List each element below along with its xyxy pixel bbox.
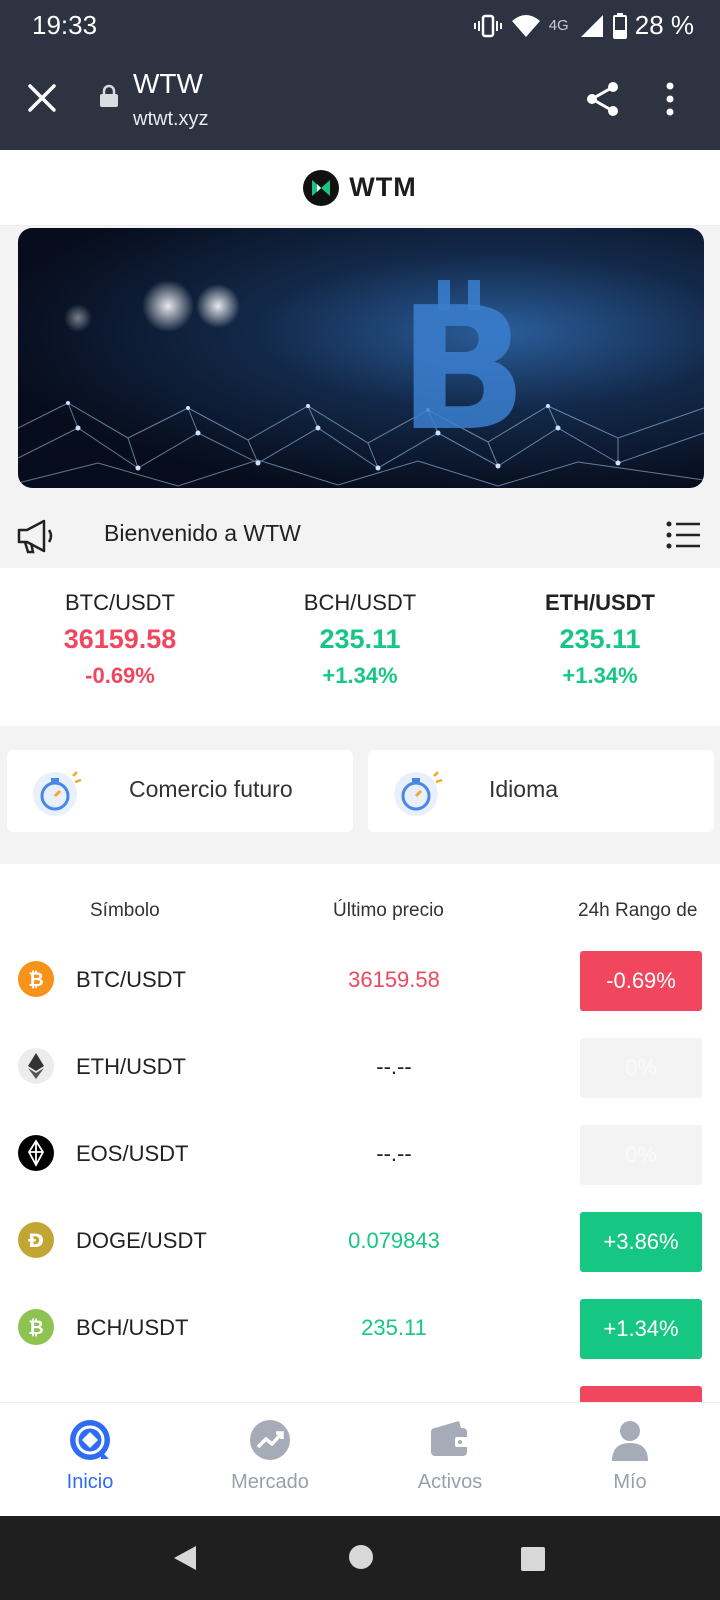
language-button[interactable]: Idioma <box>368 750 714 832</box>
market-row[interactable]: EOS/USDT --.-- 0% <box>0 1110 720 1197</box>
eos-icon <box>18 1135 54 1171</box>
market-row[interactable]: Ð DOGE/USDT 0.079843 +3.86% <box>0 1197 720 1284</box>
price-ticker: BTC/USDT 36159.58 -0.69% BCH/USDT 235.11… <box>0 568 720 726</box>
list-icon[interactable] <box>666 520 702 550</box>
bottom-navigation: Inicio Mercado Activos Mío <box>0 1402 720 1516</box>
svg-text:₿: ₿ <box>28 969 43 991</box>
market-symbol: DOGE/USDT <box>76 1228 207 1253</box>
change-badge <box>580 1386 702 1402</box>
quick-links: Comercio futuro Idioma <box>0 726 720 864</box>
page-title: WTW <box>133 68 203 99</box>
market-row[interactable]: ETH/USDT --.-- 0% <box>0 1023 720 1110</box>
futures-trading-button[interactable]: Comercio futuro <box>7 750 353 832</box>
promo-banner[interactable]: B <box>18 228 704 488</box>
share-icon[interactable] <box>584 80 622 118</box>
stopwatch-icon <box>33 771 82 816</box>
vibrate-icon <box>473 14 502 37</box>
lock-icon <box>100 84 118 107</box>
dogecoin-icon: Ð <box>18 1222 54 1258</box>
ticker-pair: BCH/USDT <box>303 590 417 615</box>
svg-text:₿: ₿ <box>28 1317 43 1339</box>
quick-link-label: Idioma <box>489 776 559 802</box>
market-price: 235.11 <box>361 1315 427 1340</box>
change-badge: -0.69% <box>580 951 702 1011</box>
market-row[interactable]: ₿ BTC/USDT 36159.58 -0.69% <box>0 936 720 1023</box>
bitcoin-icon: ₿ <box>18 961 54 997</box>
brand-logo-icon <box>303 169 340 206</box>
browser-toolbar: WTW wtwt.xyz <box>0 52 720 150</box>
notice-text[interactable]: Bienvenido a WTW <box>104 520 301 547</box>
ticker-item[interactable]: ETH/USDT 235.11 +1.34% <box>480 568 720 726</box>
banner-network-graphic: B <box>18 271 704 487</box>
system-navigation-bar <box>0 1516 720 1600</box>
change-badge: 0% <box>580 1125 702 1185</box>
more-vert-icon[interactable] <box>662 80 678 118</box>
ticker-change: +1.34% <box>322 663 398 688</box>
column-header-price[interactable]: Último precio <box>333 900 444 922</box>
market-symbol: EOS/USDT <box>76 1141 189 1166</box>
ethereum-icon <box>18 1048 54 1084</box>
battery-level: 28 % <box>634 10 694 40</box>
market-list[interactable]: ₿ BTC/USDT 36159.58 -0.69% ETH/USDT --.-… <box>0 936 720 1402</box>
market-row-partial[interactable] <box>0 1371 720 1402</box>
signal-icon <box>580 14 603 37</box>
status-time: 19:33 <box>32 10 98 40</box>
market-price: --.-- <box>376 1141 412 1166</box>
bitcoin-symbol-graphic: B <box>398 271 528 469</box>
bitcoin-cash-icon: ₿ <box>18 1309 54 1345</box>
market-row[interactable]: ₿ BCH/USDT 235.11 +1.34% <box>0 1284 720 1371</box>
market-price: --.-- <box>376 1054 412 1079</box>
megaphone-icon <box>17 519 53 554</box>
home-icon[interactable] <box>348 1544 374 1570</box>
ticker-price: 235.11 <box>559 624 641 654</box>
svg-text:B: B <box>398 271 528 469</box>
ticker-pair: BTC/USDT <box>65 590 175 615</box>
home-target-icon <box>70 1420 110 1460</box>
nav-label: Mercado <box>231 1471 309 1493</box>
nav-label: Activos <box>417 1471 483 1493</box>
nav-label: Inicio <box>66 1471 114 1493</box>
stopwatch-icon <box>394 771 443 816</box>
market-table-header: Símbolo Último precio 24h Rango de <box>0 886 720 936</box>
page-url[interactable]: wtwt.xyz <box>133 108 209 131</box>
back-icon[interactable] <box>172 1544 198 1572</box>
market-price: 36159.58 <box>348 967 440 992</box>
trend-chart-icon <box>250 1420 290 1460</box>
nav-assets[interactable]: Activos <box>360 1417 540 1494</box>
brand-name: WTM <box>349 172 417 202</box>
nav-label: Mío <box>613 1471 647 1493</box>
change-badge: 0% <box>580 1038 702 1098</box>
close-icon[interactable] <box>26 82 58 114</box>
ticker-item[interactable]: BCH/USDT 235.11 +1.34% <box>240 568 480 726</box>
ticker-pair: ETH/USDT <box>545 590 655 615</box>
market-symbol: BCH/USDT <box>76 1315 189 1340</box>
market-symbol: ETH/USDT <box>76 1054 186 1079</box>
user-icon <box>612 1421 648 1461</box>
column-header-range[interactable]: 24h Rango de <box>578 900 697 922</box>
change-badge: +1.34% <box>580 1299 702 1359</box>
market-symbol: BTC/USDT <box>76 967 186 992</box>
nav-home[interactable]: Inicio <box>0 1417 180 1494</box>
battery-icon <box>612 12 627 39</box>
market-price: 0.079843 <box>348 1228 440 1253</box>
network-type: 4G <box>548 17 569 34</box>
ticker-price: 235.11 <box>319 624 401 654</box>
nav-market[interactable]: Mercado <box>180 1417 360 1494</box>
wifi-icon <box>511 14 540 37</box>
change-badge: +3.86% <box>580 1212 702 1272</box>
status-bar: 19:33 4G 28 % <box>0 0 720 52</box>
ticker-item[interactable]: BTC/USDT 36159.58 -0.69% <box>0 568 240 726</box>
wallet-icon <box>431 1421 469 1456</box>
nav-profile[interactable]: Mío <box>540 1417 720 1494</box>
svg-text:Ð: Ð <box>28 1230 44 1252</box>
ticker-change: -0.69% <box>85 663 155 688</box>
recent-apps-icon[interactable] <box>520 1546 546 1572</box>
status-icons: 4G 28 % <box>473 10 694 41</box>
quick-link-label: Comercio futuro <box>129 776 293 802</box>
ticker-price: 36159.58 <box>63 624 177 654</box>
app-screen: 19:33 4G 28 % WTW wtwt.xyz WTM B Bienven… <box>0 0 720 1600</box>
ticker-change: +1.34% <box>562 663 638 688</box>
app-header: WTM <box>0 150 720 226</box>
column-header-symbol[interactable]: Símbolo <box>90 900 160 922</box>
